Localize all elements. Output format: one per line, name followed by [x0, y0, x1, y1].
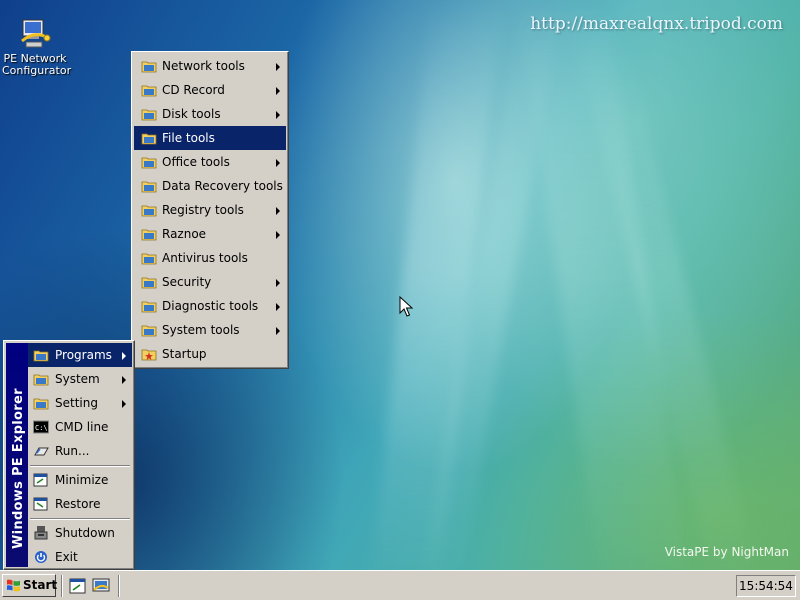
exit-icon	[35, 551, 47, 563]
folder-icon	[141, 277, 157, 289]
site-url-text: http://maxrealqnx.tripod.com	[530, 14, 783, 34]
folder-icon	[141, 181, 157, 193]
menu-item-label: Setting	[55, 396, 98, 410]
start-button-label: Start	[23, 578, 58, 592]
start-menu-item-exit[interactable]: Exit	[28, 545, 132, 569]
folder-icon	[33, 374, 49, 386]
menu-item-label: Security	[162, 275, 212, 289]
menu-item-label: File tools	[162, 131, 215, 145]
menu-item-label: System tools	[162, 323, 240, 337]
chevron-right-icon	[276, 279, 280, 287]
windows-flag-icon	[7, 579, 20, 592]
menu-item-data-recovery-tools[interactable]: Data Recovery tools	[134, 174, 286, 198]
cmd-icon: C:\	[33, 420, 49, 434]
start-menu-item-programs[interactable]: Programs	[28, 343, 132, 367]
watermark-text: VistaPE by NightMan	[664, 545, 789, 559]
network-configurator-icon	[21, 19, 51, 48]
menu-item-startup[interactable]: Startup	[134, 342, 286, 366]
menu-item-label: Antivirus tools	[162, 251, 248, 265]
run-icon	[34, 447, 49, 456]
menu-item-system-tools[interactable]: System tools	[134, 318, 286, 342]
menu-item-label: Exit	[55, 550, 78, 564]
restore-icon	[33, 497, 48, 511]
menu-item-label: Diagnostic tools	[162, 299, 259, 313]
start-menu-item-system[interactable]: System	[28, 367, 132, 391]
menu-item-label: System	[55, 372, 100, 386]
chevron-right-icon	[122, 400, 126, 408]
chevron-right-icon	[276, 63, 280, 71]
menu-item-disk-tools[interactable]: Disk tools	[134, 102, 286, 126]
start-button[interactable]: Start	[2, 574, 58, 597]
taskbar-separator	[118, 575, 120, 597]
start-menu-banner: Windows PE Explorer	[6, 343, 28, 567]
menu-item-network-tools[interactable]: Network tools	[134, 54, 286, 78]
folder-icon	[141, 205, 157, 217]
folder-icon	[141, 157, 157, 169]
menu-item-file-tools[interactable]: File tools	[134, 126, 286, 150]
quick-launch-minimize-icon[interactable]	[69, 577, 87, 595]
menu-item-raznoe[interactable]: Raznoe	[134, 222, 286, 246]
chevron-right-icon	[122, 352, 126, 360]
chevron-right-icon	[276, 111, 280, 119]
start-menu-item-cmd-line[interactable]: C:\ CMD line	[28, 415, 132, 439]
folder-icon	[33, 350, 49, 362]
menu-item-label: Shutdown	[55, 526, 115, 540]
shutdown-icon	[34, 526, 48, 540]
chevron-right-icon	[276, 159, 280, 167]
start-menu-item-minimize[interactable]: Minimize	[28, 468, 132, 492]
svg-text:C:\: C:\	[35, 424, 48, 432]
taskbar: Start 15:54:54	[0, 570, 800, 600]
folder-icon	[141, 325, 157, 337]
minimize-icon	[33, 473, 48, 487]
start-menu-banner-text: Windows PE Explorer	[11, 388, 26, 549]
menu-item-label: CMD line	[55, 420, 109, 434]
start-menu-item-run[interactable]: Run...	[28, 439, 132, 463]
programs-submenu: Network tools CD Record Disk tools File …	[131, 51, 289, 369]
folder-icon	[141, 133, 157, 145]
taskbar-separator	[61, 575, 63, 597]
mouse-cursor-icon	[399, 296, 413, 317]
start-menu-item-setting[interactable]: Setting	[28, 391, 132, 415]
menu-item-antivirus-tools[interactable]: Antivirus tools	[134, 246, 286, 270]
menu-item-cd-record[interactable]: CD Record	[134, 78, 286, 102]
menu-item-diagnostic-tools[interactable]: Diagnostic tools	[134, 294, 286, 318]
chevron-right-icon	[276, 303, 280, 311]
chevron-right-icon	[276, 87, 280, 95]
folder-icon	[33, 398, 49, 410]
start-menu-item-restore[interactable]: Restore	[28, 492, 132, 516]
folder-icon	[141, 229, 157, 241]
menu-item-label: Programs	[55, 348, 112, 362]
chevron-right-icon	[276, 231, 280, 239]
folder-icon	[141, 253, 157, 265]
menu-item-security[interactable]: Security	[134, 270, 286, 294]
menu-item-label: Disk tools	[162, 107, 221, 121]
folder-icon	[141, 61, 157, 73]
menu-item-label: Minimize	[55, 473, 109, 487]
start-menu-item-shutdown[interactable]: Shutdown	[28, 521, 132, 545]
menu-item-label: Raznoe	[162, 227, 207, 241]
menu-item-label: Run...	[55, 444, 90, 458]
desktop-icon-label: PE Network Configurator	[2, 52, 72, 77]
menu-item-registry-tools[interactable]: Registry tools	[134, 198, 286, 222]
menu-item-office-tools[interactable]: Office tools	[134, 150, 286, 174]
folder-icon	[141, 109, 157, 121]
folder-icon	[141, 85, 157, 97]
taskbar-clock: 15:54:54	[736, 575, 796, 597]
menu-item-label: Office tools	[162, 155, 230, 169]
chevron-right-icon	[276, 327, 280, 335]
desktop-icon-pe-network-configurator[interactable]: PE Network Configurator	[2, 16, 72, 77]
folder-icon	[141, 301, 157, 313]
start-menu: Windows PE Explorer Programs System Sett…	[3, 340, 135, 570]
chevron-right-icon	[276, 207, 280, 215]
menu-item-label: Restore	[55, 497, 101, 511]
menu-item-label: Registry tools	[162, 203, 244, 217]
menu-item-label: Network tools	[162, 59, 245, 73]
menu-item-label: Startup	[162, 347, 207, 361]
menu-item-label: CD Record	[162, 83, 225, 97]
quick-launch-desktop-icon[interactable]	[92, 577, 110, 595]
chevron-right-icon	[122, 376, 126, 384]
menu-item-label: Data Recovery tools	[162, 179, 283, 193]
startup-folder-icon	[141, 349, 157, 361]
